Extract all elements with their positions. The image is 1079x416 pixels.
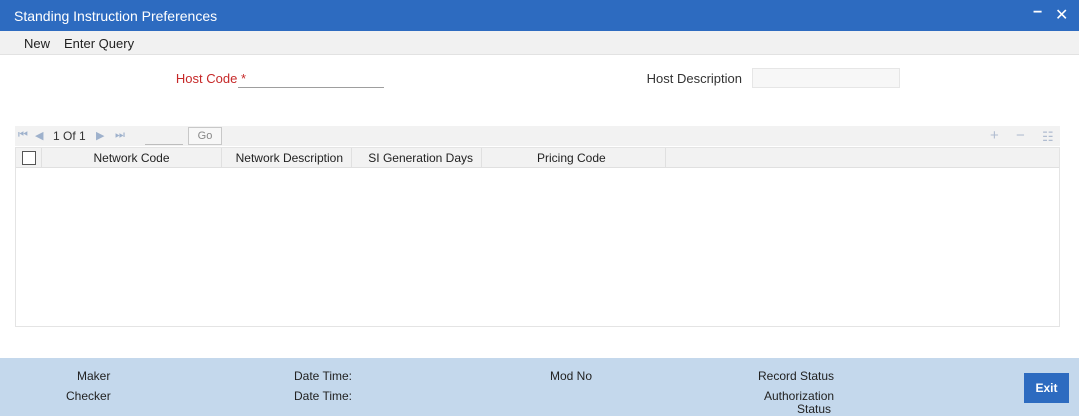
network-grid: Network Code Network Description SI Gene…: [15, 147, 1060, 327]
maker-date-time-label: Date Time:: [294, 369, 353, 383]
previous-page-icon[interactable]: ◀: [35, 129, 43, 142]
first-page-icon[interactable]: ⏮: [18, 129, 28, 142]
window-titlebar: Standing Instruction Preferences − ✕: [0, 0, 1079, 31]
minimize-icon[interactable]: −: [1033, 4, 1042, 22]
page-number-input[interactable]: [145, 126, 183, 145]
host-description-label: Host Description: [646, 71, 742, 86]
last-page-icon[interactable]: ⏭: [115, 129, 125, 142]
host-code-label: Host Code *: [175, 71, 246, 86]
exit-button[interactable]: Exit: [1024, 373, 1069, 403]
grid-toolbar: ⏮ ◀ 1 Of 1 ▶ ⏭ Go + − ☷: [15, 126, 1060, 146]
go-button[interactable]: Go: [188, 127, 222, 145]
select-all-cell: [16, 148, 42, 168]
checker-date-time-label: Date Time:: [294, 389, 353, 403]
add-row-icon[interactable]: +: [990, 127, 999, 144]
host-code-input[interactable]: [238, 68, 384, 88]
delete-row-icon[interactable]: −: [1016, 127, 1025, 144]
column-header-network-description[interactable]: Network Description: [222, 148, 352, 168]
column-header-network-code[interactable]: Network Code: [42, 148, 222, 168]
grid-header: Network Code Network Description SI Gene…: [16, 148, 1059, 168]
next-page-icon[interactable]: ▶: [96, 129, 104, 142]
authorization-status-label-line2: Status: [797, 402, 832, 416]
mod-no-label: Mod No: [550, 369, 593, 383]
column-settings-icon[interactable]: ☷: [1042, 129, 1054, 145]
maker-label: Maker: [77, 369, 111, 383]
page-indicator: 1 Of 1: [53, 129, 86, 143]
enter-query-menu-item[interactable]: Enter Query: [64, 36, 134, 51]
close-icon[interactable]: ✕: [1055, 5, 1068, 25]
host-description-input[interactable]: [752, 68, 900, 88]
record-status-label: Record Status: [758, 369, 835, 383]
new-menu-item[interactable]: New: [24, 36, 50, 51]
checker-label: Checker: [66, 389, 111, 403]
column-header-si-generation-days[interactable]: SI Generation Days: [352, 148, 482, 168]
audit-footer: Maker Checker Date Time: Date Time: Mod …: [0, 358, 1079, 416]
authorization-status-label-line1: Authorization: [764, 389, 835, 403]
select-all-checkbox[interactable]: [22, 151, 36, 165]
window-title: Standing Instruction Preferences: [14, 8, 218, 24]
menu-bar: New Enter Query: [0, 31, 1079, 55]
column-header-pricing-code[interactable]: Pricing Code: [482, 148, 666, 168]
